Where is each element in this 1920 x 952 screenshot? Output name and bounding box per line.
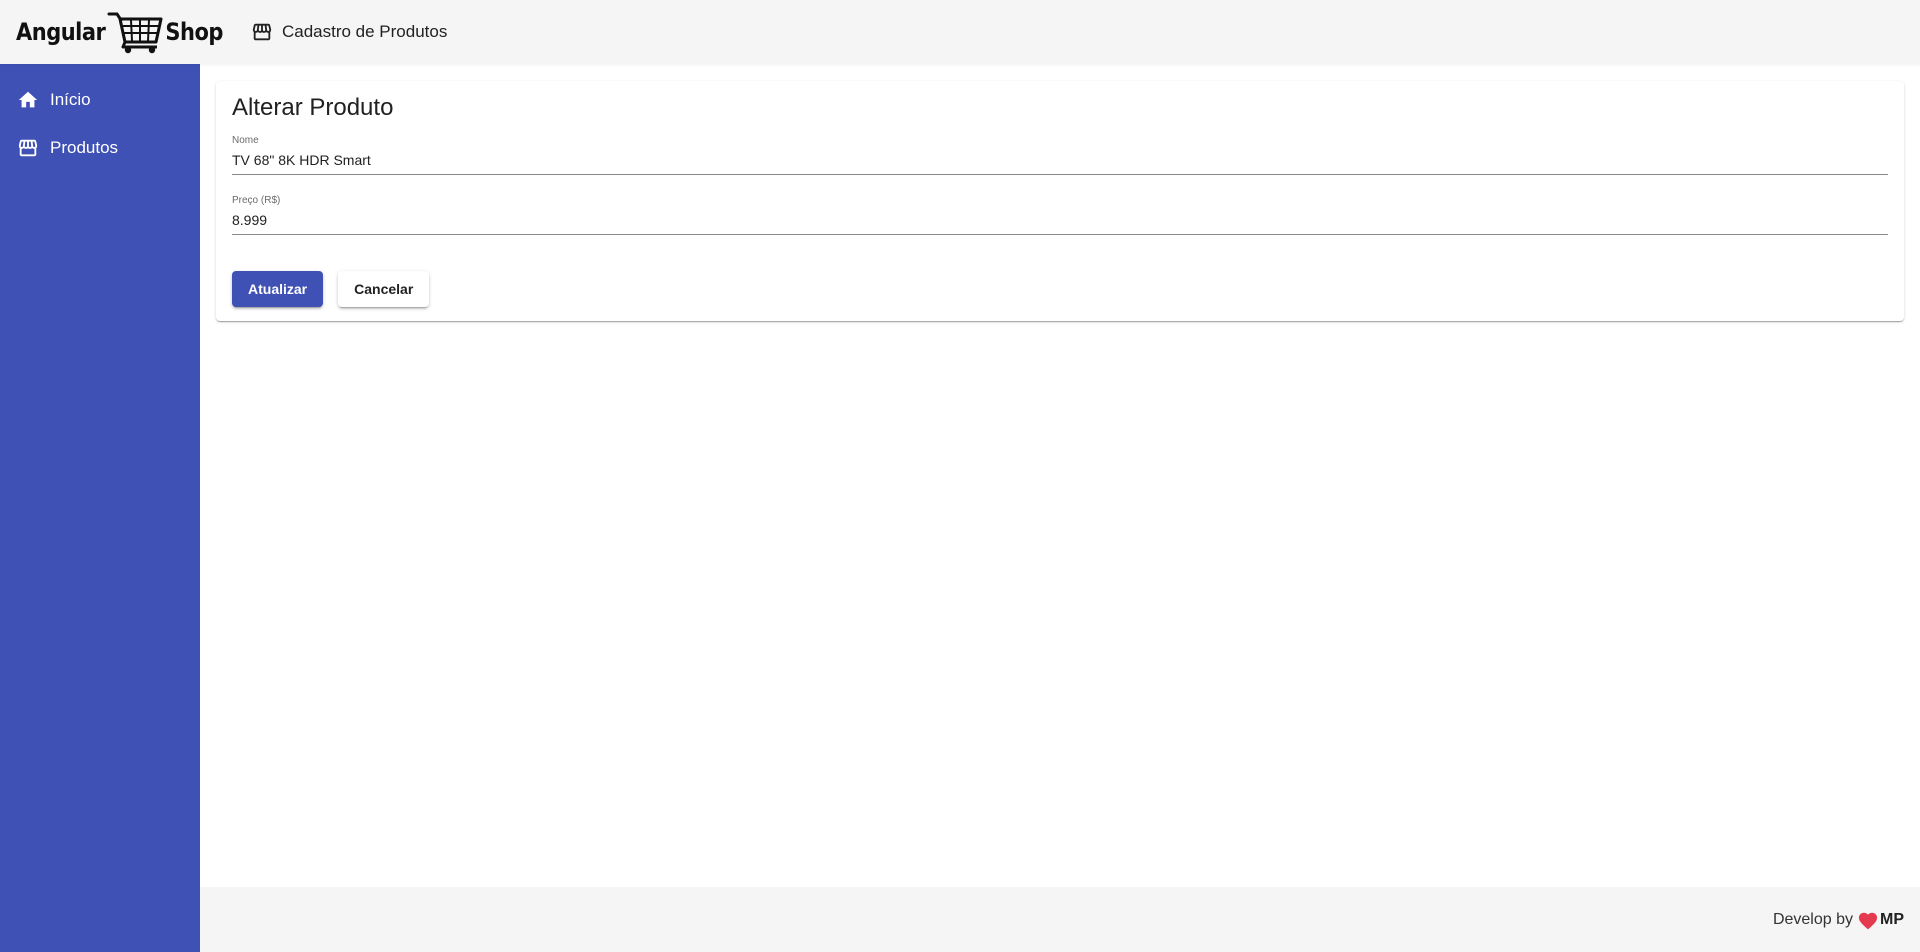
shopping-cart-icon	[107, 12, 163, 54]
storefront-icon	[18, 139, 38, 157]
name-input[interactable]	[232, 147, 1888, 175]
footer-brand: MP	[1880, 910, 1904, 928]
cancel-button[interactable]: Cancelar	[338, 271, 430, 307]
sidebar-item-inicio[interactable]: Início	[0, 76, 200, 124]
sidebar-item-label: Produtos	[50, 138, 119, 157]
update-button[interactable]: Atualizar	[232, 271, 324, 307]
header-title: Cadastro de Produtos	[281, 22, 448, 41]
form-actions: Atualizar Cancelar	[232, 271, 1888, 307]
heart-icon	[1858, 912, 1878, 929]
app-logo[interactable]: Angular Shop	[16, 0, 223, 64]
name-field: Nome	[232, 135, 1888, 175]
logo-text-left: Angular	[16, 18, 106, 46]
app-header: Angular Shop Cadastro de Produtos	[0, 0, 1920, 64]
price-field: Preço (R$)	[232, 195, 1888, 235]
home-icon	[18, 91, 38, 108]
product-form-card: Alterar Produto Nome Preço (R$) Atualiza…	[216, 81, 1904, 321]
footer-text: Develop by	[1772, 910, 1853, 928]
price-input[interactable]	[232, 207, 1888, 235]
logo-text-right: Shop	[165, 18, 223, 46]
sidebar-item-label: Início	[50, 90, 91, 109]
header-title-link[interactable]: Cadastro de Produtos	[251, 21, 447, 43]
sidebar-item-produtos[interactable]: Produtos	[0, 124, 200, 172]
page-title: Alterar Produto	[232, 94, 394, 121]
name-field-label: Nome	[232, 135, 259, 146]
main-content: Alterar Produto Nome Preço (R$) Atualiza…	[200, 64, 1920, 887]
storefront-icon	[252, 23, 272, 41]
sidebar: Início Produtos	[0, 64, 200, 952]
app-footer: Develop by MP	[200, 887, 1920, 952]
price-field-label: Preço (R$)	[232, 195, 281, 206]
